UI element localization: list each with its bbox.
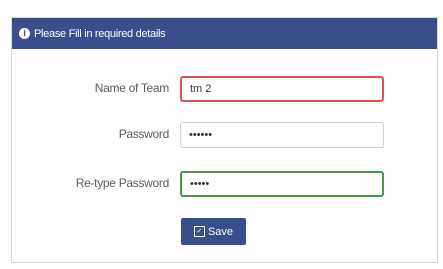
panel-header: i Please Fill in required details — [12, 18, 437, 49]
save-button-label: Save — [207, 225, 234, 238]
header-message: Please Fill in required details — [34, 27, 166, 40]
details-panel: i Please Fill in required details Name o… — [11, 17, 438, 263]
team-row: Name of Team — [12, 76, 437, 102]
save-button[interactable]: ✓ Save — [181, 218, 246, 245]
retype-password-input[interactable] — [180, 171, 384, 197]
team-name-label: Name of Team — [94, 81, 170, 95]
password-label: Password — [118, 127, 170, 141]
password-input[interactable] — [180, 122, 384, 148]
password-row: Password — [12, 122, 437, 148]
team-name-input[interactable] — [180, 76, 384, 102]
retype-password-row: Re-type Password — [12, 171, 437, 197]
checkbox-icon: ✓ — [193, 226, 205, 237]
retype-password-label: Re-type Password — [75, 176, 170, 190]
info-icon: i — [19, 28, 30, 39]
